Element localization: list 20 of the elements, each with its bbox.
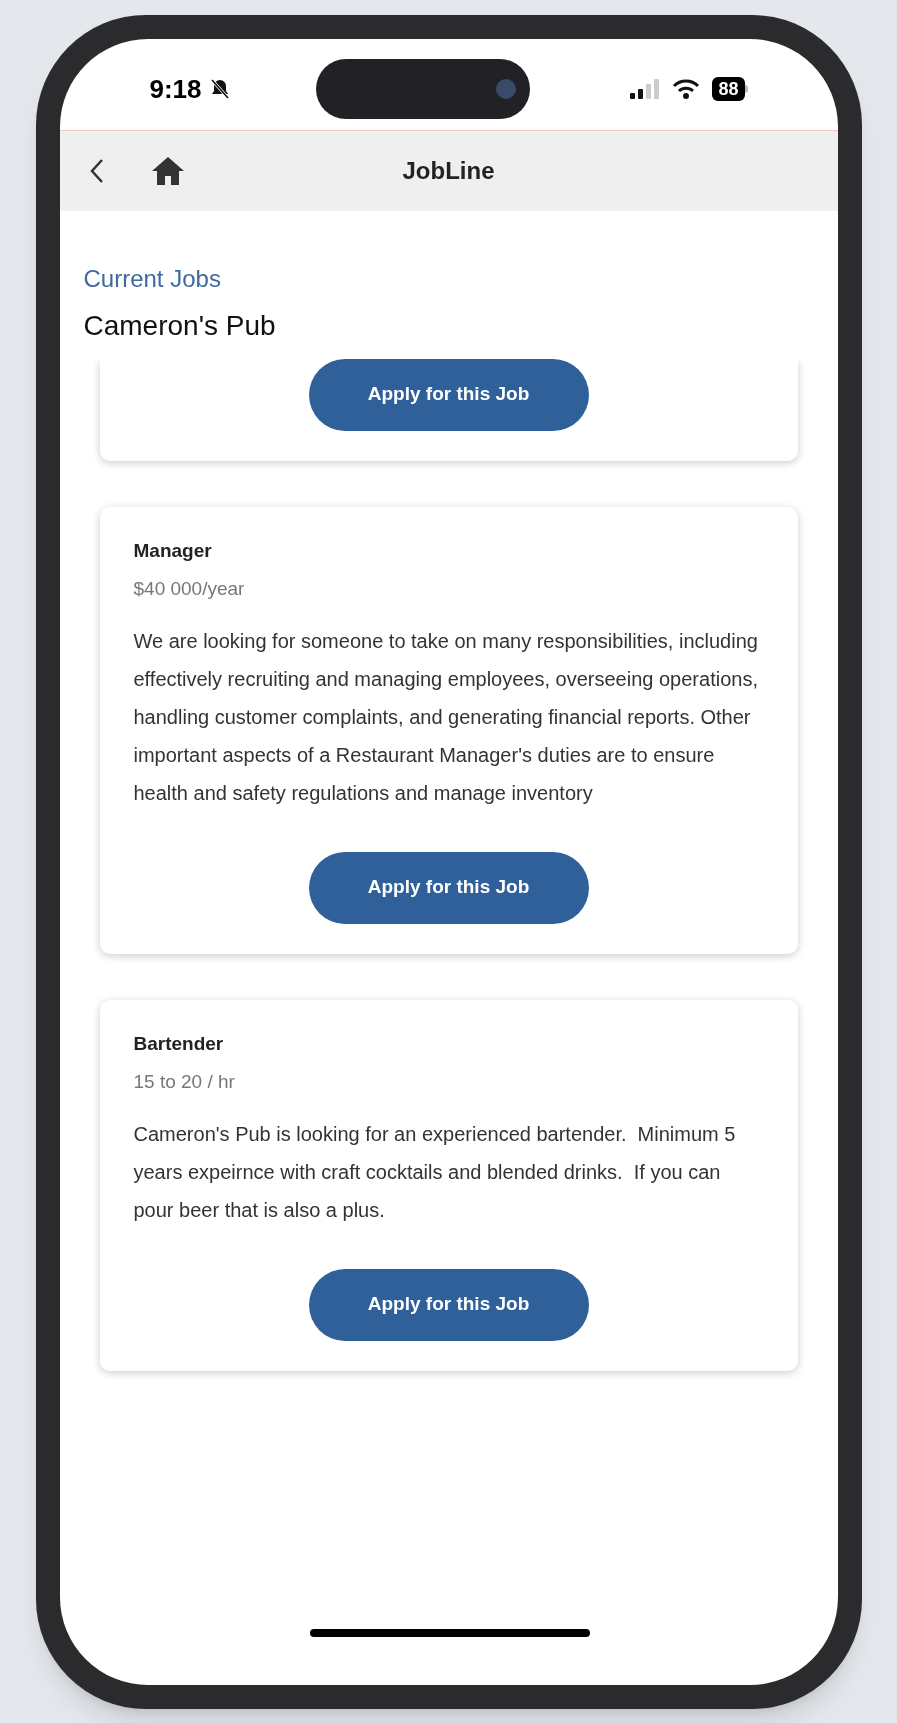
signal-icon bbox=[630, 79, 661, 99]
apply-button[interactable]: Apply for this Job bbox=[308, 851, 589, 924]
job-pay: $40 000/year bbox=[133, 577, 246, 601]
chevron-left-icon bbox=[88, 157, 105, 184]
section-label: Current Jobs bbox=[83, 263, 222, 294]
apply-button[interactable]: Apply for this Job bbox=[308, 358, 589, 431]
apply-button[interactable]: Apply for this Job bbox=[308, 1268, 589, 1341]
status-time: 9:18 bbox=[149, 72, 202, 106]
job-description: We are looking for someone to take on many responsibilities, including effectively recruiting and managing employees, overseeing operations, handling customer complaints, and generating financial reports. Other important aspects of a Restaurant Manager's duties are to ensure health and safety regulations and manage inventory bbox=[133, 628, 759, 806]
battery-level: 88 bbox=[712, 77, 745, 101]
battery-tip-icon bbox=[744, 85, 748, 93]
job-title: Manager bbox=[133, 538, 213, 563]
company-name: Cameron's Pub bbox=[83, 308, 277, 343]
wifi-icon bbox=[672, 79, 701, 99]
app-title: JobLine bbox=[402, 155, 495, 186]
job-pay: 15 to 20 / hr bbox=[133, 1070, 236, 1094]
job-title: Bartender bbox=[133, 1031, 225, 1056]
bell-slash-icon bbox=[209, 78, 230, 100]
job-description: Cameron's Pub is looking for an experienced bartender. Minimum 5 years expeirnce with craft cocktails and blended drinks. If you can pour beer that is also a plus. bbox=[133, 1121, 737, 1223]
camera-icon bbox=[495, 78, 516, 99]
